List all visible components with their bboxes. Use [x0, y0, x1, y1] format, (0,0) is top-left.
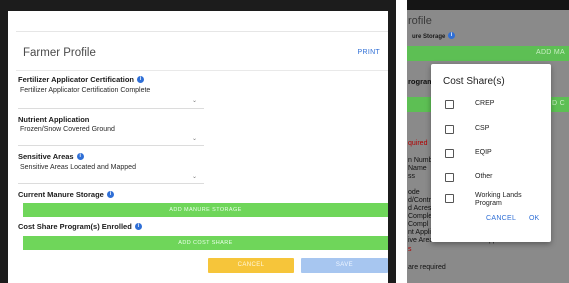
background-line: ode: [408, 189, 420, 196]
background-line: d Acres: [408, 205, 432, 212]
modal-ok-button[interactable]: OK: [529, 215, 539, 222]
info-icon: i: [448, 32, 456, 39]
background-program-label: rogram: [408, 77, 434, 86]
sensitive-areas-label: Sensitive Areas i: [18, 152, 84, 161]
checkbox[interactable]: [445, 149, 454, 158]
chevron-down-icon[interactable]: ⌄: [192, 97, 197, 104]
nutrient-application-label: Nutrient Application: [18, 115, 90, 124]
manure-storage-label-text: Current Manure Storage: [18, 190, 104, 199]
background-line: quired: [408, 140, 428, 147]
background-line: Comple: [408, 213, 433, 220]
chevron-down-icon[interactable]: ⌄: [192, 173, 197, 180]
info-icon[interactable]: i: [137, 76, 145, 83]
fertilizer-certification-value[interactable]: Fertilizer Applicator Certification Comp…: [20, 87, 150, 94]
background-line: ss: [408, 173, 415, 180]
sensitive-areas-label-text: Sensitive Areas: [18, 152, 74, 161]
print-link[interactable]: PRINT: [358, 49, 381, 56]
option-label: Working Lands Program: [475, 192, 522, 207]
checkbox[interactable]: [445, 194, 454, 203]
sensitive-areas-value[interactable]: Sensitive Areas Located and Mapped: [20, 164, 136, 171]
background-add-button: ADD MA: [407, 46, 569, 61]
header-divider: [16, 31, 388, 32]
cost-share-label-text: Cost Share Program(s) Enrolled: [18, 222, 132, 231]
cancel-button[interactable]: CANCEL: [208, 258, 294, 273]
checkbox[interactable]: [445, 125, 454, 134]
chevron-down-icon[interactable]: ⌄: [192, 135, 197, 142]
background-line: s: [408, 246, 412, 253]
option-label: Other: [475, 173, 493, 180]
modal-title: Cost Share(s): [443, 76, 505, 87]
background-title: rofile: [408, 15, 432, 27]
background-line: Compl: [408, 221, 429, 228]
cost-share-label: Cost Share Program(s) Enrolled i: [18, 222, 142, 231]
background-line: Name: [408, 165, 427, 172]
fertilizer-certification-label-text: Fertilizer Applicator Certification: [18, 75, 134, 84]
field-underline: [18, 108, 204, 109]
info-icon[interactable]: i: [76, 153, 84, 160]
modal-cancel-button[interactable]: CANCEL: [486, 215, 516, 222]
background-line: n Numb: [408, 157, 433, 164]
option-csp[interactable]: CSP: [443, 124, 547, 136]
background-line: are required: [408, 264, 446, 271]
option-label: CSP: [475, 125, 490, 132]
nutrient-application-value[interactable]: Frozen/Snow Covered Ground: [20, 126, 115, 133]
option-crep[interactable]: CREP: [443, 99, 547, 111]
field-underline: [18, 145, 204, 146]
background-add-button-2-label: D C: [552, 100, 565, 107]
background-subtitle-text: ure Storage: [412, 34, 446, 40]
field-underline: [18, 183, 204, 184]
option-label: EQIP: [475, 149, 492, 156]
background-add-button-label: ADD MA: [535, 49, 565, 56]
save-button[interactable]: SAVE: [301, 258, 388, 273]
option-working-lands-program[interactable]: Working Lands Program: [443, 191, 547, 207]
background-subtitle: ure Storage i: [412, 32, 456, 40]
checkbox[interactable]: [445, 100, 454, 109]
manure-storage-label: Current Manure Storage i: [18, 190, 114, 199]
background-line: d/Contr: [408, 197, 431, 204]
add-manure-storage-button[interactable]: ADD MANURE STORAGE: [23, 203, 388, 217]
option-other[interactable]: Other: [443, 172, 547, 184]
fertilizer-certification-label: Fertilizer Applicator Certification i: [18, 75, 145, 84]
option-eqip[interactable]: EQIP: [443, 148, 547, 160]
info-icon[interactable]: i: [134, 223, 142, 230]
farmer-profile-panel: Farmer Profile PRINT Fertilizer Applicat…: [0, 0, 396, 283]
add-cost-share-button[interactable]: ADD COST SHARE: [23, 236, 388, 250]
cost-share-modal: Cost Share(s) CREP CSP EQIP Other Workin…: [431, 64, 551, 242]
farmer-profile-card: Farmer Profile PRINT Fertilizer Applicat…: [8, 11, 388, 283]
title-divider: [16, 70, 388, 71]
page-title: Farmer Profile: [23, 47, 96, 59]
info-icon[interactable]: i: [106, 191, 114, 198]
checkbox[interactable]: [445, 173, 454, 182]
option-label: CREP: [475, 100, 495, 107]
